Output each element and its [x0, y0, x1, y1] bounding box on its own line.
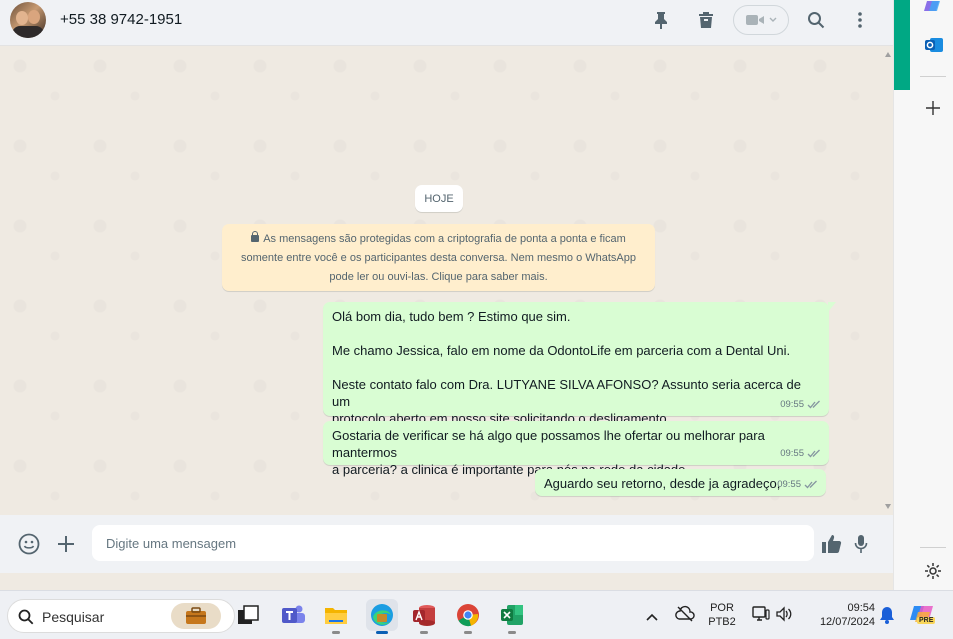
- outgoing-message[interactable]: Gostaria de verificar se há algo que pos…: [323, 421, 829, 477]
- browser-sidebar: [893, 0, 953, 590]
- sidebar-divider: [920, 76, 946, 77]
- file-explorer-icon[interactable]: [323, 602, 349, 634]
- chevron-down-icon: [769, 17, 777, 22]
- attach-plus-icon[interactable]: [54, 532, 78, 556]
- volume-icon[interactable]: [775, 606, 793, 622]
- display-icon[interactable]: [752, 606, 770, 622]
- notification-bell-icon[interactable]: [879, 606, 895, 624]
- message-meta: 09:55: [780, 445, 821, 462]
- microphone-icon[interactable]: [849, 532, 873, 556]
- search-icon[interactable]: [805, 9, 827, 31]
- chrome-icon[interactable]: [455, 602, 481, 634]
- settings-gear-icon[interactable]: [924, 562, 942, 580]
- message-meta: 09:55: [777, 476, 818, 493]
- edge-icon[interactable]: [366, 599, 398, 634]
- outgoing-message[interactable]: Olá bom dia, tudo bem ? Estimo que sim. …: [323, 302, 836, 426]
- double-check-icon: [804, 480, 817, 489]
- contact-name[interactable]: +55 38 9742-1951: [60, 11, 182, 28]
- taskbar-search[interactable]: Pesquisar: [7, 599, 235, 633]
- task-view-icon[interactable]: [235, 602, 261, 628]
- composer: Digite uma mensagem: [0, 515, 893, 573]
- video-call-button[interactable]: [733, 5, 789, 35]
- chat-scrollbar[interactable]: [883, 46, 893, 515]
- lock-icon: [251, 231, 260, 242]
- thumbs-up-icon[interactable]: [820, 532, 844, 556]
- search-label: Pesquisar: [42, 609, 105, 625]
- double-check-icon: [807, 400, 820, 409]
- avatar[interactable]: [10, 2, 46, 38]
- windows-taskbar: Pesquisar POR PTB2 09:54 12/07/2024 PRE: [0, 590, 953, 639]
- emoji-icon[interactable]: [17, 532, 41, 556]
- excel-icon[interactable]: [499, 602, 525, 634]
- preview-badge: PRE: [917, 617, 936, 624]
- chat-header: +55 38 9742-1951: [0, 0, 893, 46]
- video-camera-icon: [746, 15, 764, 25]
- pin-icon[interactable]: [650, 9, 672, 31]
- access-icon[interactable]: [411, 602, 437, 634]
- menu-icon[interactable]: [849, 9, 871, 31]
- copilot-taskbar-icon[interactable]: PRE: [909, 604, 936, 628]
- network-offline-icon[interactable]: [675, 605, 695, 623]
- language-indicator[interactable]: POR PTB2: [706, 601, 738, 629]
- search-highlight-icon: [171, 603, 221, 629]
- message-input[interactable]: Digite uma mensagem: [92, 525, 814, 561]
- copilot-icon[interactable]: [924, 0, 942, 12]
- message-meta: 09:55: [780, 396, 821, 413]
- add-icon[interactable]: [925, 100, 941, 116]
- whatsapp-accent-strip: [894, 0, 910, 90]
- outlook-icon[interactable]: [924, 35, 944, 55]
- double-check-icon: [807, 449, 820, 458]
- delete-icon[interactable]: [695, 9, 717, 31]
- sidebar-divider: [920, 547, 946, 548]
- search-icon: [18, 609, 34, 625]
- whatsapp-window: +55 38 9742-1951 HOJE As mensagens são p…: [0, 0, 893, 590]
- encryption-notice[interactable]: As mensagens são protegidas com a cripto…: [222, 224, 655, 291]
- teams-icon[interactable]: [280, 602, 306, 628]
- chevron-up-icon[interactable]: [645, 609, 659, 621]
- clock[interactable]: 09:54 12/07/2024: [805, 601, 875, 629]
- outgoing-message[interactable]: Aguardo seu retorno, desde ja agradeço, …: [535, 469, 826, 496]
- date-chip: HOJE: [415, 185, 463, 212]
